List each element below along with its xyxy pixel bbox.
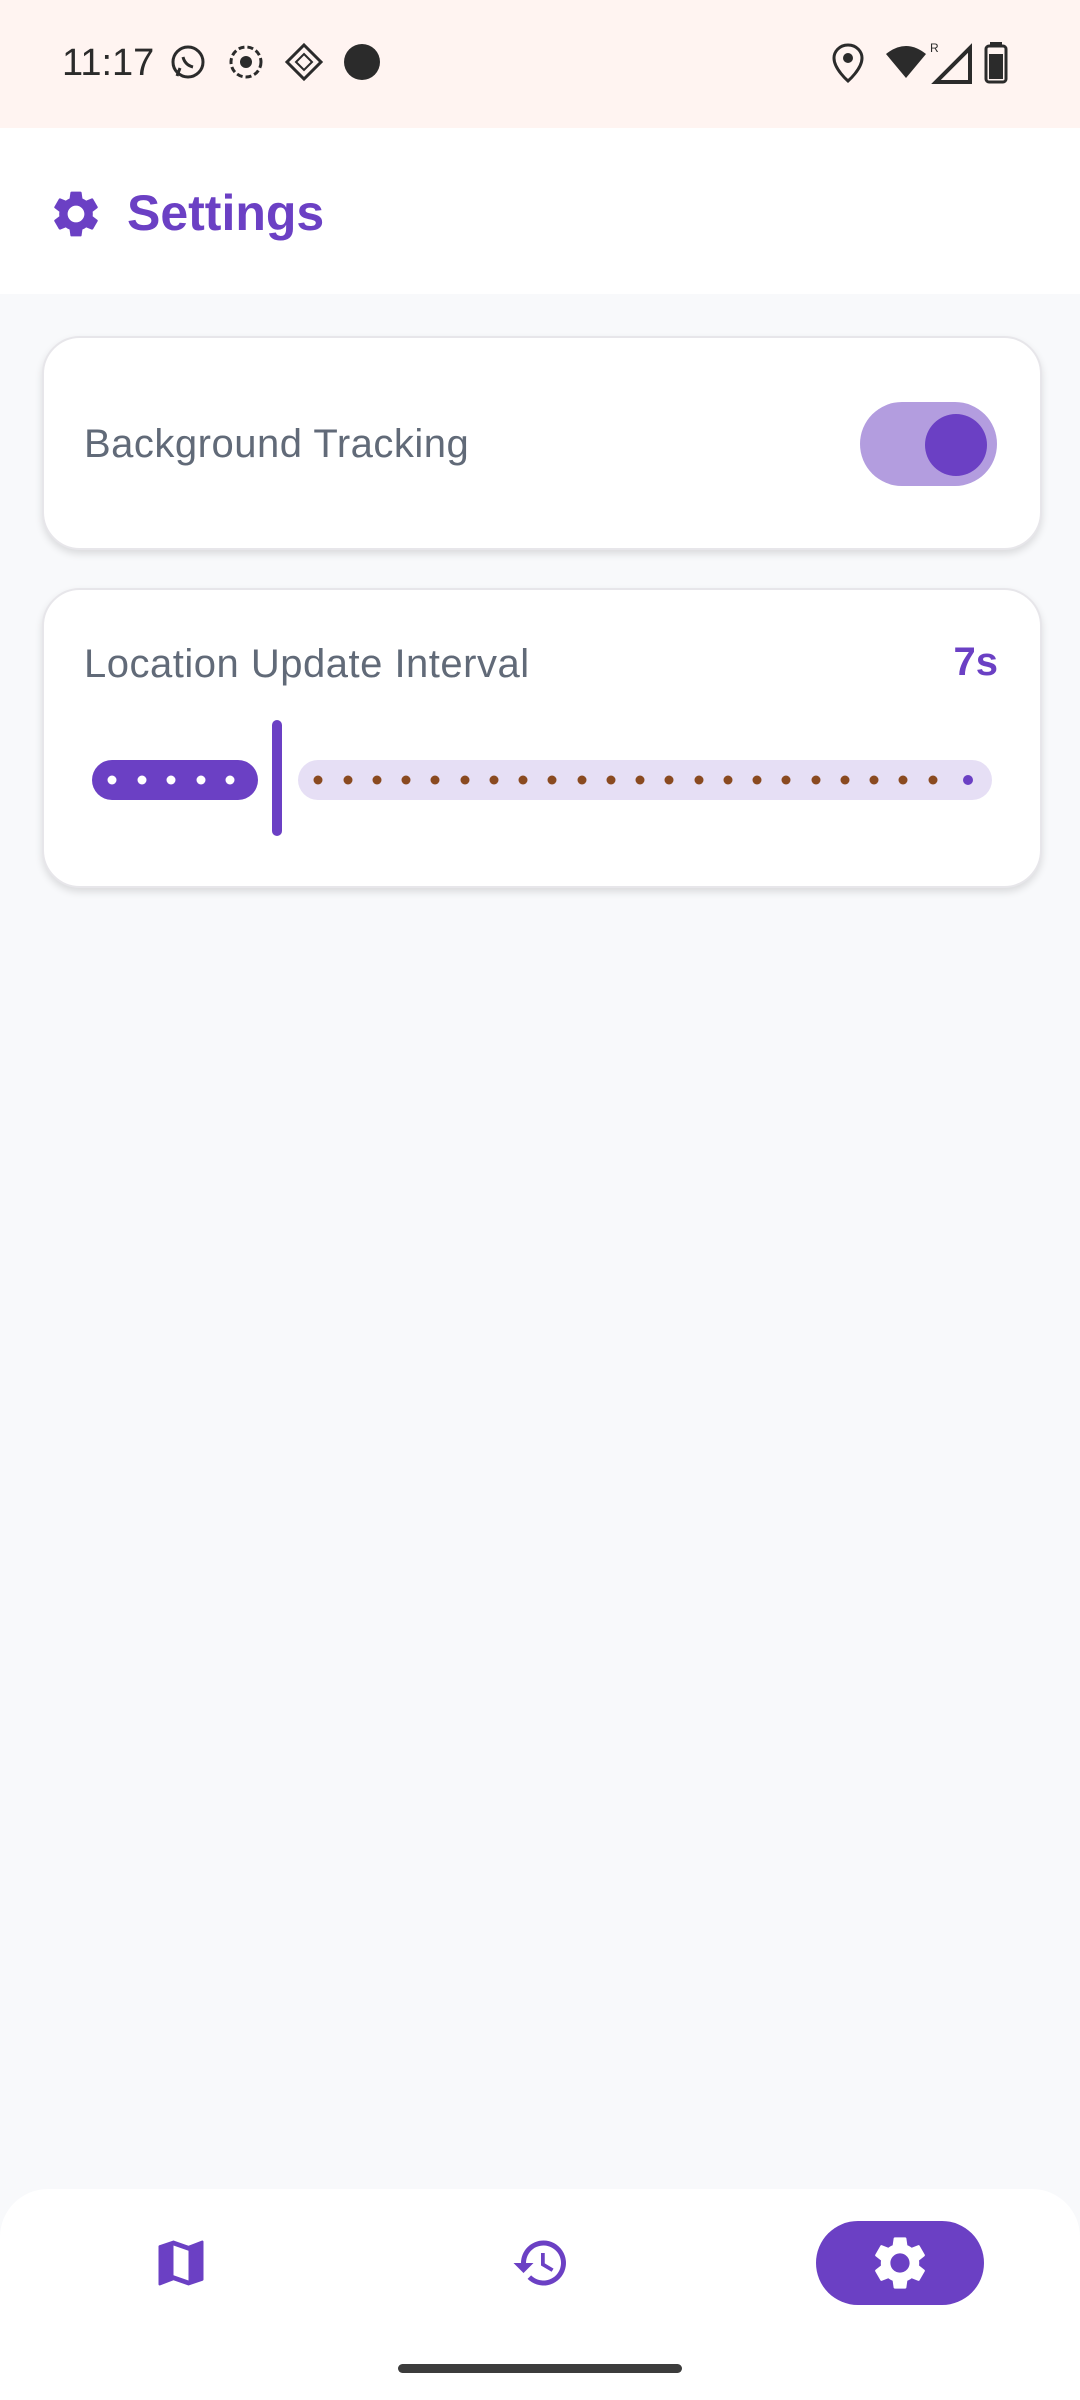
background-tracking-card: Background Tracking <box>42 336 1042 550</box>
location-update-interval-label: Location Update Interval <box>84 642 530 686</box>
nav-history-button[interactable] <box>486 2221 596 2305</box>
location-icon <box>830 42 866 89</box>
app-notification-icon <box>284 42 324 87</box>
home-indicator[interactable] <box>398 2364 682 2373</box>
slider-handle <box>272 720 282 836</box>
nav-settings-button[interactable] <box>816 2221 984 2305</box>
history-icon <box>513 2240 566 2286</box>
status-bar: 11:17 R <box>0 0 1080 128</box>
wifi-icon <box>884 42 928 87</box>
status-time: 11:17 <box>62 42 155 84</box>
notification-dot-icon <box>342 42 382 87</box>
background-tracking-toggle[interactable] <box>860 402 997 486</box>
interval-slider[interactable] <box>88 720 998 840</box>
app-bar: Settings <box>0 128 1080 294</box>
svg-text:R: R <box>930 42 939 55</box>
signal-icon: R <box>930 41 972 91</box>
gear-icon <box>875 2237 925 2289</box>
background-tracking-label: Background Tracking <box>84 422 470 466</box>
nav-map-button[interactable] <box>126 2221 236 2305</box>
interval-value: 7s <box>953 640 999 684</box>
toggle-thumb <box>925 414 987 476</box>
battery-icon <box>984 42 1008 89</box>
screen-record-icon <box>226 42 266 87</box>
whatsapp-icon <box>168 42 208 87</box>
map-icon <box>158 2240 204 2286</box>
location-update-interval-card: Location Update Interval 7s <box>42 588 1042 888</box>
page-title: Settings <box>127 185 325 241</box>
gear-icon <box>48 186 104 247</box>
